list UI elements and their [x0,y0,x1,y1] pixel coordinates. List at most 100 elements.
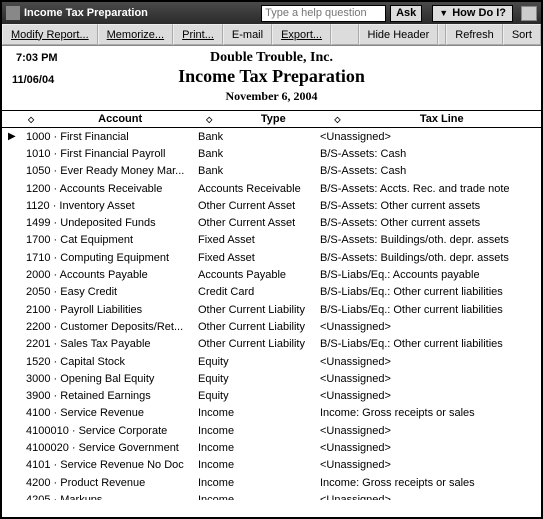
cell-taxline: B/S-Assets: Accts. Rec. and trade note [320,183,541,195]
report-date: November 6, 2004 [12,89,531,104]
cell-taxline: <Unassigned> [320,425,541,437]
report-asof-date: 11/06/04 [12,74,54,86]
table-row[interactable]: 4200 · Product RevenueIncomeIncome: Gros… [2,474,541,491]
modify-report-button[interactable]: Modify Report... [2,24,98,45]
table-row[interactable]: 1050 · Ever Ready Money Mar...BankB/S-As… [2,163,541,180]
cell-account: 1050 · Ever Ready Money Mar... [26,165,198,177]
cell-account: 2201 · Sales Tax Payable [26,338,198,350]
how-do-i-button[interactable]: ▼ How Do I? [432,5,513,22]
cell-taxline: B/S-Liabs/Eq.: Other current liabilities [320,286,541,298]
cell-type: Income [198,494,320,500]
table-row[interactable]: 1010 · First Financial PayrollBankB/S-As… [2,145,541,162]
current-row-pointer-icon: ▶ [8,131,16,142]
dropdown-arrow-icon: ▼ [439,8,448,18]
table-row[interactable]: 4100020 · Service GovernmentIncome<Unass… [2,439,541,456]
cell-account: 1700 · Cat Equipment [26,234,198,246]
cell-taxline: B/S-Assets: Other current assets [320,200,541,212]
cell-account: 2200 · Customer Deposits/Ret... [26,321,198,333]
cell-taxline: <Unassigned> [320,459,541,471]
table-row[interactable]: 3900 · Retained EarningsEquity<Unassigne… [2,387,541,404]
table-row[interactable]: 1700 · Cat EquipmentFixed AssetB/S-Asset… [2,232,541,249]
export-button[interactable]: Export... [272,24,331,45]
hide-header-button[interactable]: Hide Header [359,24,439,45]
cell-taxline: B/S-Assets: Cash [320,148,541,160]
table-row[interactable]: 1000 · First FinancialBank<Unassigned> [2,128,541,145]
cell-account: 2050 · Easy Credit [26,286,198,298]
column-separator-icon[interactable]: ◇ [332,115,342,124]
company-name: Double Trouble, Inc. [12,50,531,66]
table-row[interactable]: 4205 · MarkupsIncome<Unassigned> [2,491,541,500]
table-row[interactable]: 4101 · Service Revenue No DocIncome<Unas… [2,457,541,474]
cell-type: Other Current Liability [198,338,320,350]
table-row[interactable]: 2201 · Sales Tax PayableOther Current Li… [2,336,541,353]
table-row[interactable]: 4100 · Service RevenueIncomeIncome: Gros… [2,405,541,422]
table-row[interactable]: 1710 · Computing EquipmentFixed AssetB/S… [2,249,541,266]
table-row[interactable]: 2200 · Customer Deposits/Ret...Other Cur… [2,318,541,335]
cell-type: Credit Card [198,286,320,298]
column-header-account[interactable]: Account [36,113,204,125]
report-toolbar: Modify Report... Memorize... Print... E-… [2,24,541,46]
cell-account: 1000 · First Financial [26,131,198,143]
cell-taxline: Income: Gross receipts or sales [320,407,541,419]
cell-taxline: B/S-Liabs/Eq.: Accounts payable [320,269,541,281]
cell-account: 4100010 · Service Corporate [26,425,198,437]
cell-account: 3000 · Opening Bal Equity [26,373,198,385]
cell-type: Income [198,459,320,471]
sort-button[interactable]: Sort [503,24,541,45]
cell-taxline: <Unassigned> [320,494,541,500]
table-row[interactable]: 1120 · Inventory AssetOther Current Asse… [2,197,541,214]
table-row[interactable]: 2050 · Easy CreditCredit CardB/S-Liabs/E… [2,284,541,301]
column-separator-icon[interactable]: ◇ [26,115,36,124]
memorize-button[interactable]: Memorize... [98,24,173,45]
cell-account: 4200 · Product Revenue [26,477,198,489]
cell-account: 4100020 · Service Government [26,442,198,454]
cell-taxline: <Unassigned> [320,442,541,454]
cell-taxline: <Unassigned> [320,373,541,385]
cell-taxline: <Unassigned> [320,356,541,368]
cell-type: Fixed Asset [198,234,320,246]
cell-account: 1200 · Accounts Receivable [26,183,198,195]
help-search-input[interactable] [261,5,386,22]
cell-type: Bank [198,165,320,177]
cell-account: 1520 · Capital Stock [26,356,198,368]
cell-type: Equity [198,390,320,402]
cell-type: Income [198,407,320,419]
table-row[interactable]: 4100010 · Service CorporateIncome<Unassi… [2,422,541,439]
column-header-type[interactable]: Type [214,113,332,125]
column-header-row: ◇ Account ◇ Type ◇ Tax Line [2,110,541,128]
table-row[interactable]: 2100 · Payroll LiabilitiesOther Current … [2,301,541,318]
window-control-button[interactable] [521,6,537,21]
cell-account: 4205 · Markups [26,494,198,500]
report-title: Income Tax Preparation [12,66,531,87]
table-row[interactable]: 1499 · Undeposited FundsOther Current As… [2,214,541,231]
cell-taxline: <Unassigned> [320,131,541,143]
cell-type: Income [198,425,320,437]
cell-account: 1499 · Undeposited Funds [26,217,198,229]
table-row[interactable]: 1200 · Accounts ReceivableAccounts Recei… [2,180,541,197]
column-header-taxline[interactable]: Tax Line [342,113,541,125]
cell-type: Bank [198,131,320,143]
table-row[interactable]: 3000 · Opening Bal EquityEquity<Unassign… [2,370,541,387]
toolbar-spacer [331,24,358,45]
cell-taxline: B/S-Liabs/Eq.: Other current liabilities [320,304,541,316]
refresh-button[interactable]: Refresh [446,24,503,45]
cell-taxline: B/S-Assets: Other current assets [320,217,541,229]
cell-type: Bank [198,148,320,160]
report-time: 7:03 PM [16,52,58,64]
cell-type: Other Current Liability [198,304,320,316]
table-row[interactable]: 2000 · Accounts PayableAccounts PayableB… [2,266,541,283]
table-row[interactable]: 1520 · Capital StockEquity<Unassigned> [2,353,541,370]
cell-account: 3900 · Retained Earnings [26,390,198,402]
cell-account: 1710 · Computing Equipment [26,252,198,264]
cell-type: Accounts Receivable [198,183,320,195]
email-button[interactable]: E-mail [223,24,272,45]
print-button[interactable]: Print... [173,24,223,45]
cell-type: Equity [198,373,320,385]
ask-button[interactable]: Ask [390,5,422,22]
cell-account: 1120 · Inventory Asset [26,200,198,212]
cell-account: 4100 · Service Revenue [26,407,198,419]
column-separator-icon[interactable]: ◇ [204,115,214,124]
cell-taxline: B/S-Assets: Buildings/oth. depr. assets [320,252,541,264]
cell-account: 2000 · Accounts Payable [26,269,198,281]
cell-type: Other Current Asset [198,200,320,212]
